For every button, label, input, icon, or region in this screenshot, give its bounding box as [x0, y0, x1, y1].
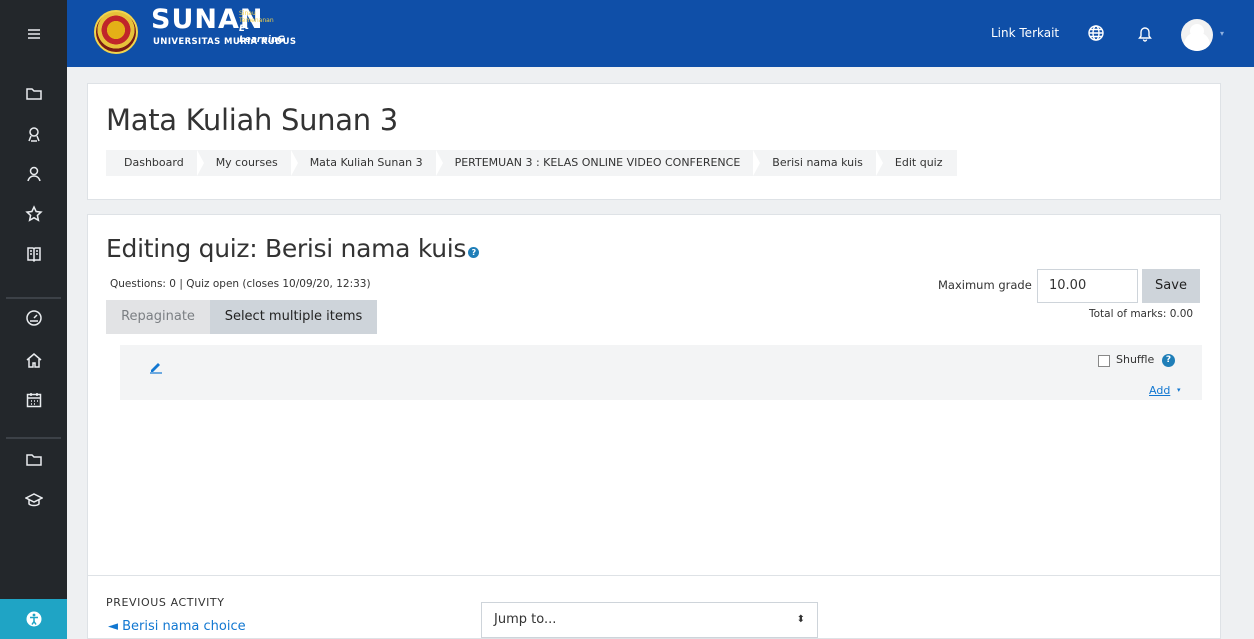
chevron-down-icon[interactable]: ▾ [1177, 386, 1181, 394]
accessibility-icon[interactable] [0, 599, 67, 639]
repaginate-button[interactable]: Repaginate [106, 300, 210, 334]
quiz-status-info: Questions: 0 | Quiz open (closes 10/09/2… [110, 278, 371, 290]
help-icon[interactable]: ? [1162, 354, 1175, 367]
breadcrumb-my-courses[interactable]: My courses [198, 150, 298, 176]
shuffle-checkbox[interactable] [1098, 355, 1110, 367]
maximum-grade-input[interactable]: 10.00 [1037, 269, 1138, 303]
breadcrumb-course[interactable]: Mata Kuliah Sunan 3 [292, 150, 443, 176]
users-icon[interactable] [0, 154, 67, 194]
page-header-card [87, 83, 1221, 200]
add-menu-link[interactable]: Add [1149, 384, 1170, 397]
folder-icon[interactable] [0, 440, 67, 480]
logo-university-name: UNIVERSITAS MURIA KUDUS [153, 37, 297, 47]
quiz-section [120, 345, 1202, 400]
star-icon[interactable] [0, 194, 67, 234]
page-title-text: Editing quiz: Berisi nama kuis [106, 234, 467, 263]
breadcrumb: Dashboard My courses Mata Kuliah Sunan 3… [106, 150, 957, 176]
book-icon[interactable] [0, 234, 67, 274]
calendar-icon[interactable] [0, 380, 67, 420]
maximum-grade-label: Maximum grade [938, 278, 1032, 292]
rail-divider [6, 437, 61, 439]
total-marks: Total of marks: 0.00 [1089, 308, 1194, 320]
breadcrumb-section[interactable]: PERTEMUAN 3 : KELAS ONLINE VIDEO CONFERE… [437, 150, 760, 176]
home-icon[interactable] [0, 340, 67, 380]
side-rail [0, 0, 67, 639]
save-button[interactable]: Save [1142, 269, 1200, 303]
bell-icon[interactable] [1136, 24, 1154, 42]
university-seal-logo[interactable] [94, 10, 138, 54]
top-navbar: SUNAN Sinau Temenanan E-LearninG UNIVERS… [67, 0, 1254, 67]
dashboard-gauge-icon[interactable] [0, 298, 67, 338]
folder-icon[interactable] [0, 74, 67, 114]
select-arrows-icon: ⬍ [796, 614, 805, 625]
select-multiple-items-button[interactable]: Select multiple items [210, 300, 377, 334]
breadcrumb-dashboard[interactable]: Dashboard [106, 150, 204, 176]
logo-tagline: Sinau Temenanan E-LearninG [239, 10, 287, 45]
user-avatar[interactable] [1181, 19, 1213, 51]
jump-to-value: Jump to... [494, 612, 557, 627]
logo-tagline-top: Sinau Temenanan [239, 10, 274, 24]
menu-icon[interactable] [0, 14, 67, 54]
help-icon[interactable]: ? [468, 247, 480, 258]
course-title: Mata Kuliah Sunan 3 [106, 103, 398, 137]
graduation-cap-icon[interactable] [0, 480, 67, 520]
user-award-icon[interactable] [0, 114, 67, 154]
globe-icon[interactable] [1087, 24, 1105, 42]
breadcrumb-edit-quiz[interactable]: Edit quiz [877, 150, 957, 176]
footer-divider [87, 575, 1221, 576]
previous-activity-label: PREVIOUS ACTIVITY [106, 596, 225, 609]
shuffle-label: Shuffle [1116, 353, 1155, 366]
jump-to-select[interactable]: Jump to... ⬍ [481, 602, 818, 638]
breadcrumb-quiz[interactable]: Berisi nama kuis [754, 150, 883, 176]
chevron-down-icon[interactable]: ▾ [1220, 29, 1224, 38]
page-title: Editing quiz: Berisi nama kuis? [106, 234, 480, 263]
edit-pencil-icon[interactable] [149, 359, 163, 374]
previous-activity-link[interactable]: ◄ Berisi nama choice [108, 619, 246, 634]
link-terkait-menu[interactable]: Link Terkait [991, 26, 1059, 40]
